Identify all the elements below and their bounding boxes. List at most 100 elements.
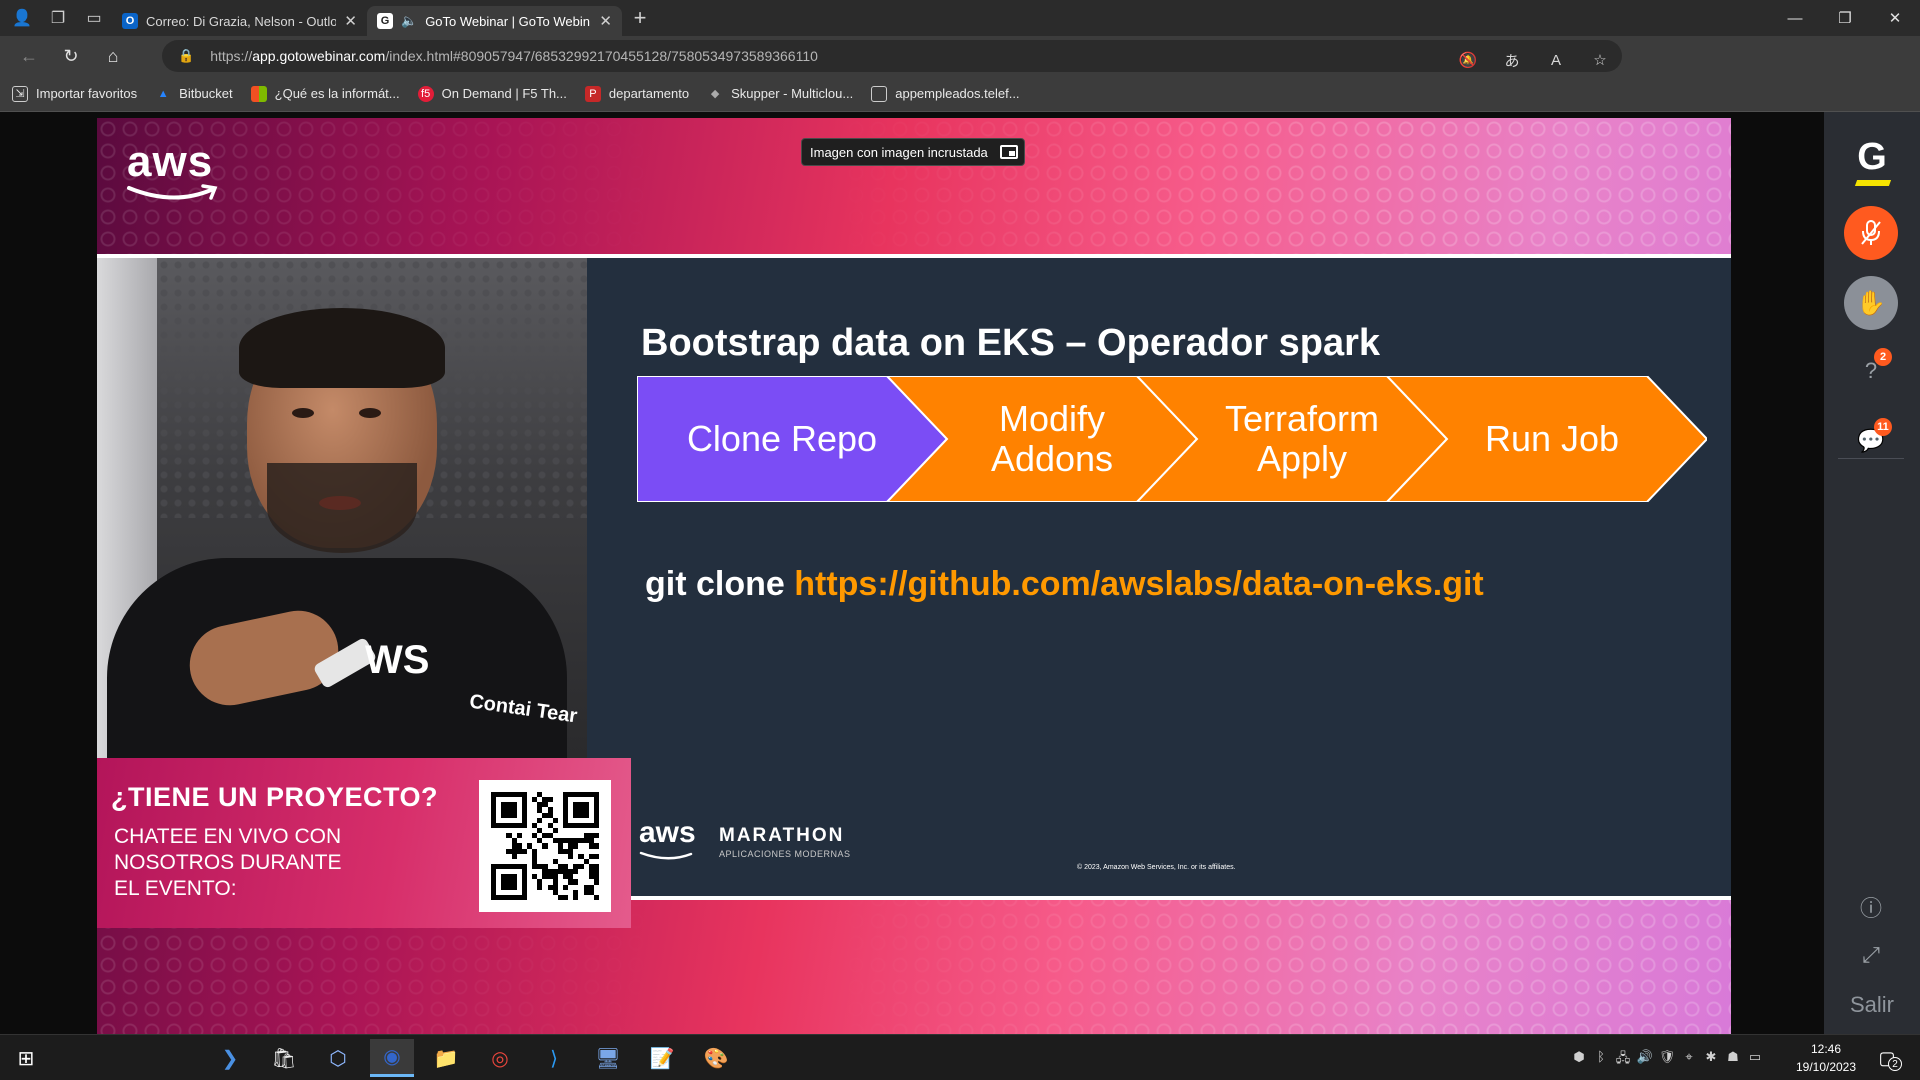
bookmark-departamento[interactable]: P departamento — [584, 85, 689, 102]
exit-button[interactable]: Salir — [1824, 992, 1920, 1018]
marathon-subtitle: APLICACIONES MODERNAS — [719, 849, 851, 859]
webinar-viewport: aws Imagen con imagen incrustada WS Cont… — [0, 112, 1824, 1034]
back-icon[interactable]: ← — [8, 38, 50, 74]
address-bar[interactable]: 🔒 https://app.gotowebinar.com/index.html… — [162, 40, 1622, 72]
banner-text: CHATEE EN VIVO CON NOSOTROS DURANTE EL E… — [114, 824, 342, 902]
tab-title: GoTo Webinar | GoTo Webin — [425, 13, 590, 29]
questions-button[interactable]: ? 2 — [1856, 348, 1892, 386]
restore-icon[interactable]: ❐ — [1820, 0, 1870, 36]
notification-center-icon[interactable]: ▢ 2 — [1872, 1043, 1902, 1073]
qr-module — [593, 894, 599, 900]
new-tab-button[interactable]: + — [622, 0, 658, 36]
process-flow: Clone Repo Modify Addons Terraform Apply… — [637, 376, 1707, 502]
windows-icon — [250, 85, 267, 102]
qr-code-pattern — [491, 792, 599, 900]
system-clock[interactable]: 12:46 19/10/2023 — [1786, 1040, 1866, 1076]
chat-button[interactable]: 💬 11 — [1856, 418, 1892, 456]
favorite-star-icon[interactable]: ☆ — [1578, 44, 1622, 76]
bluetooth-icon[interactable]: ᛒ — [1590, 1049, 1612, 1071]
workspaces-icon[interactable]: ❐ — [40, 0, 76, 36]
chrome-icon[interactable]: ◎ — [478, 1039, 522, 1077]
bookmark-label: ¿Qué es la informát... — [274, 86, 400, 101]
remote-desktop-icon[interactable]: 🖥 — [586, 1039, 630, 1077]
banner-line: NOSOTROS DURANTE — [114, 851, 342, 874]
powershell-icon[interactable]: ❯ — [208, 1039, 252, 1077]
presentation-slide: Bootstrap data on EKS – Operador spark C… — [587, 258, 1731, 896]
marathon-title: MARATHON — [719, 825, 845, 846]
security-icon[interactable]: 🛡 — [1656, 1049, 1678, 1071]
microphone-button[interactable] — [1844, 206, 1898, 260]
start-windows-icon[interactable]: ⊞ — [4, 1039, 48, 1077]
vpn-icon[interactable]: ☗ — [1722, 1049, 1744, 1071]
raise-hand-icon: ✋ — [1856, 289, 1886, 317]
close-tab-icon[interactable]: ✕ — [344, 12, 357, 30]
home-icon[interactable]: ⌂ — [92, 38, 134, 74]
aws-wordmark: aws — [127, 137, 214, 186]
git-clone-command: git clone https://github.com/awslabs/dat… — [645, 565, 1484, 604]
fullscreen-button[interactable]: ⤢ — [1856, 940, 1886, 970]
banner-line: EL EVENTO: — [114, 877, 237, 900]
system-tray: ⬢ ᛒ 🖧 🔊 🛡 ⌖ ✱ ☗ ▭ — [1568, 1049, 1766, 1071]
edge-icon[interactable]: ◉ — [370, 1039, 414, 1077]
window-controls: — ❐ ✕ — [1770, 0, 1920, 36]
notifications-blocked-icon[interactable]: 🔕 — [1446, 44, 1490, 76]
divider — [1838, 458, 1904, 459]
minimize-icon[interactable]: — — [1770, 0, 1820, 36]
read-aloud-icon[interactable]: A — [1534, 44, 1578, 76]
bookmark-label: Bitbucket — [179, 86, 233, 101]
step-label-modify-addons: Modify Addons — [927, 376, 1177, 502]
page-icon — [871, 85, 888, 102]
virtualbox-icon[interactable]: ⬡ — [316, 1039, 360, 1077]
bookmark-f5[interactable]: f5 On Demand | F5 Th... — [417, 85, 567, 102]
presenter-video: WS Contai Tear — [97, 258, 587, 758]
address-bar-icons: 🔕 あ A ☆ — [1446, 44, 1622, 76]
vscode-icon[interactable]: ⟩ — [532, 1039, 576, 1077]
close-window-icon[interactable]: ✕ — [1870, 0, 1920, 36]
lock-icon[interactable]: 🔒 — [178, 48, 194, 64]
info-button[interactable]: ⓘ — [1856, 892, 1886, 922]
vertical-tabs-icon[interactable]: ▭ — [76, 0, 112, 36]
url-host: app.gotowebinar.com — [252, 48, 386, 64]
f5-icon: f5 — [417, 85, 434, 102]
volume-icon[interactable]: 🔊 — [1634, 1049, 1656, 1071]
refresh-icon[interactable]: ↻ — [50, 38, 92, 74]
bookmark-bitbucket[interactable]: ▲ Bitbucket — [155, 86, 233, 102]
fullscreen-icon: ⤢ — [1862, 942, 1880, 967]
battery-icon[interactable]: ▭ — [1744, 1049, 1766, 1071]
tray-app-icon[interactable]: ✱ — [1700, 1049, 1722, 1071]
tab-title: Correo: Di Grazia, Nelson - Outlo — [146, 13, 337, 29]
bookmark-skupper[interactable]: ◆ Skupper - Multiclou... — [707, 86, 853, 102]
bookmark-informatica[interactable]: ¿Qué es la informát... — [250, 85, 400, 102]
tray-app-icon[interactable]: ⬢ — [1568, 1049, 1590, 1071]
banner-line: CHATEE EN VIVO CON — [114, 825, 342, 848]
tab-outlook[interactable]: O Correo: Di Grazia, Nelson - Outlo ✕ — [112, 6, 367, 36]
url-path: /index.html#809057947/68532992170455128/… — [385, 48, 818, 64]
notepad-icon[interactable]: 📝 — [640, 1039, 684, 1077]
raise-hand-button[interactable]: ✋ — [1844, 276, 1898, 330]
tab-gotowebinar[interactable]: G 🔈 GoTo Webinar | GoTo Webin ✕ — [367, 6, 622, 36]
picture-in-picture-button[interactable]: Imagen con imagen incrustada — [801, 138, 1025, 166]
bookmark-import[interactable]: ⇲ Importar favoritos — [12, 85, 137, 102]
close-tab-icon[interactable]: ✕ — [599, 12, 612, 30]
bookmark-label: On Demand | F5 Th... — [441, 86, 567, 101]
bookmark-appempleados[interactable]: appempleados.telef... — [871, 85, 1020, 102]
focus-icon[interactable]: ⌖ — [1678, 1049, 1700, 1071]
speaker-icon[interactable]: 🔈 — [401, 13, 417, 29]
questions-badge: 2 — [1874, 348, 1892, 366]
muted-microphone-icon — [1861, 220, 1881, 245]
outlook-icon: O — [122, 13, 138, 29]
store-icon[interactable]: 🛍 — [262, 1039, 306, 1077]
broadcast-frame: aws Imagen con imagen incrustada WS Cont… — [97, 118, 1731, 1034]
presenter-eye — [292, 408, 314, 418]
pip-label: Imagen con imagen incrustada — [810, 144, 988, 160]
file-explorer-icon[interactable]: 📁 — [424, 1039, 468, 1077]
network-icon[interactable]: 🖧 — [1612, 1049, 1634, 1071]
step-line: Clone Repo — [686, 418, 878, 459]
translate-icon[interactable]: あ — [1490, 44, 1534, 76]
aws-marathon-logo: aws MARATHON APLICACIONES MODERNAS — [639, 818, 851, 866]
step-line: Terraform — [1224, 398, 1380, 439]
paint-icon[interactable]: 🎨 — [694, 1039, 738, 1077]
qr-code — [479, 780, 611, 912]
clock-date: 19/10/2023 — [1795, 1060, 1857, 1074]
profile-avatar-icon[interactable]: 👤 — [4, 0, 40, 36]
